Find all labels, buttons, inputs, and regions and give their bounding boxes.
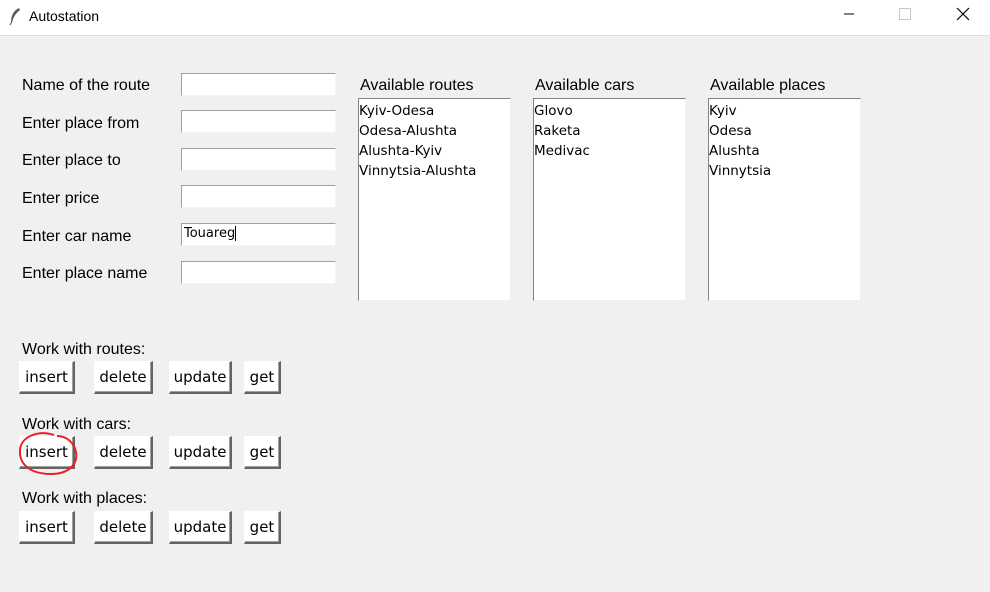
place-from-field[interactable] [181, 110, 336, 133]
window-title: Autostation [29, 8, 100, 24]
cars-delete-button[interactable]: delete [94, 436, 153, 469]
list-item[interactable]: Glovo [534, 101, 685, 121]
close-icon [956, 7, 970, 26]
places-listbox[interactable]: Kyiv Odesa Alushta Vinnytsia [708, 98, 861, 301]
place-from-label: Enter place from [22, 115, 140, 132]
place-name-label: Enter place name [22, 265, 148, 282]
list-item[interactable]: Medivac [534, 141, 685, 161]
price-field[interactable] [181, 185, 336, 208]
places-insert-button[interactable]: insert [19, 511, 75, 544]
place-name-field[interactable] [181, 261, 336, 284]
title-bar: Autostation [0, 0, 990, 36]
places-section-title: Work with places: [22, 490, 148, 507]
close-button[interactable] [940, 0, 986, 32]
cars-listbox[interactable]: Glovo Raketa Medivac [533, 98, 686, 301]
list-item[interactable]: Vinnytsia-Alushta [359, 161, 510, 181]
places-list-title: Available places [710, 77, 826, 94]
routes-insert-button[interactable]: insert [19, 361, 75, 394]
places-update-button[interactable]: update [169, 511, 232, 544]
list-item[interactable]: Vinnytsia [709, 161, 860, 181]
minimize-icon [843, 7, 855, 25]
places-get-button[interactable]: get [244, 511, 281, 544]
routes-update-button[interactable]: update [169, 361, 232, 394]
places-delete-button[interactable]: delete [94, 511, 153, 544]
route-name-field[interactable] [181, 73, 336, 96]
routes-listbox[interactable]: Kyiv-Odesa Odesa-Alushta Alushta-Kyiv Vi… [358, 98, 511, 301]
list-item[interactable]: Alushta-Kyiv [359, 141, 510, 161]
routes-section-title: Work with routes: [22, 341, 146, 358]
cars-list-title: Available cars [535, 77, 635, 94]
highlight-circle [18, 432, 78, 476]
minimize-button[interactable] [826, 0, 872, 32]
text-cursor [235, 226, 237, 241]
car-name-value: Touareg [184, 226, 236, 241]
cars-update-button[interactable]: update [169, 436, 232, 469]
list-item[interactable]: Raketa [534, 121, 685, 141]
list-item[interactable]: Odesa [709, 121, 860, 141]
place-to-label: Enter place to [22, 152, 121, 169]
routes-delete-button[interactable]: delete [94, 361, 153, 394]
place-to-field[interactable] [181, 148, 336, 171]
routes-get-button[interactable]: get [244, 361, 281, 394]
car-name-label: Enter car name [22, 228, 132, 245]
list-item[interactable]: Kyiv [709, 101, 860, 121]
maximize-icon [899, 7, 911, 25]
routes-list-title: Available routes [360, 77, 474, 94]
price-label: Enter price [22, 190, 100, 207]
route-name-label: Name of the route [22, 77, 151, 94]
maximize-button[interactable] [882, 0, 928, 32]
cars-get-button[interactable]: get [244, 436, 281, 469]
list-item[interactable]: Alushta [709, 141, 860, 161]
list-item[interactable]: Kyiv-Odesa [359, 101, 510, 121]
car-name-field[interactable]: Touareg [181, 223, 336, 246]
list-item[interactable]: Odesa-Alushta [359, 121, 510, 141]
feather-icon [8, 7, 22, 30]
